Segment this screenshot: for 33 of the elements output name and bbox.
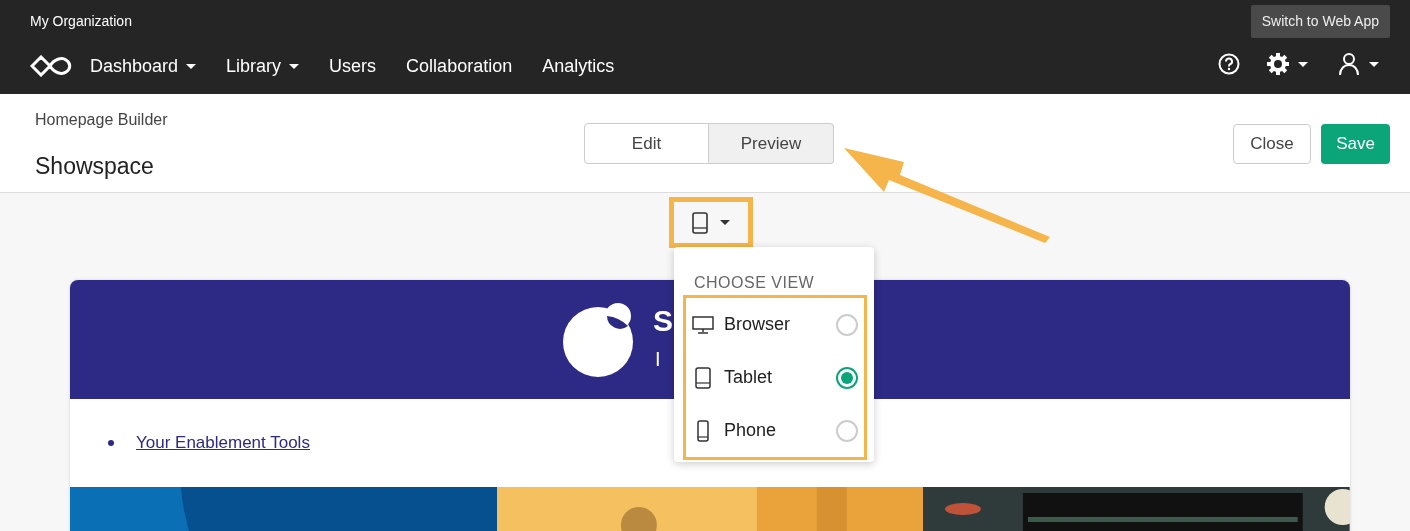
- logo-icon: [562, 302, 634, 377]
- organization-name: My Organization: [30, 12, 132, 31]
- monitor-icon: [692, 315, 714, 334]
- nav-item[interactable]: Analytics: [542, 52, 615, 80]
- menu-heading: CHOOSE VIEW: [694, 273, 815, 293]
- logo-icon[interactable]: [30, 55, 72, 77]
- mode-tab[interactable]: Edit: [584, 123, 709, 164]
- view-dropdown-button[interactable]: [669, 197, 753, 248]
- user-menu-button[interactable]: [1339, 52, 1379, 76]
- nav-item[interactable]: Collaboration: [406, 52, 513, 80]
- nav-item[interactable]: Users: [329, 52, 377, 80]
- link[interactable]: Your Enablement Tools: [136, 430, 310, 456]
- tablet-icon: [692, 211, 708, 234]
- radio-button[interactable]: [836, 313, 858, 336]
- radio-button[interactable]: [836, 419, 858, 442]
- nav-item[interactable]: Dashboard: [90, 52, 197, 80]
- view-option[interactable]: Browser: [692, 311, 858, 338]
- banner-title: S: [653, 304, 673, 337]
- page-title: Showspace: [35, 152, 154, 181]
- settings-menu-button[interactable]: [1266, 52, 1308, 76]
- bullet-icon: [108, 440, 114, 446]
- close-button[interactable]: Close: [1233, 124, 1311, 164]
- tablet-icon: [692, 366, 714, 389]
- mode-tab[interactable]: Preview: [709, 123, 834, 164]
- nav-item[interactable]: Library: [226, 52, 300, 80]
- user-icon: [1339, 52, 1359, 76]
- radio-button[interactable]: [836, 366, 858, 389]
- switch-app-button[interactable]: Switch to Web App: [1250, 5, 1390, 38]
- breadcrumb: Homepage Builder: [35, 110, 168, 130]
- help-icon[interactable]: [1218, 53, 1240, 75]
- view-option[interactable]: Tablet: [692, 364, 858, 391]
- banner-subtitle: I: [655, 347, 661, 372]
- view-option[interactable]: Phone: [692, 417, 858, 444]
